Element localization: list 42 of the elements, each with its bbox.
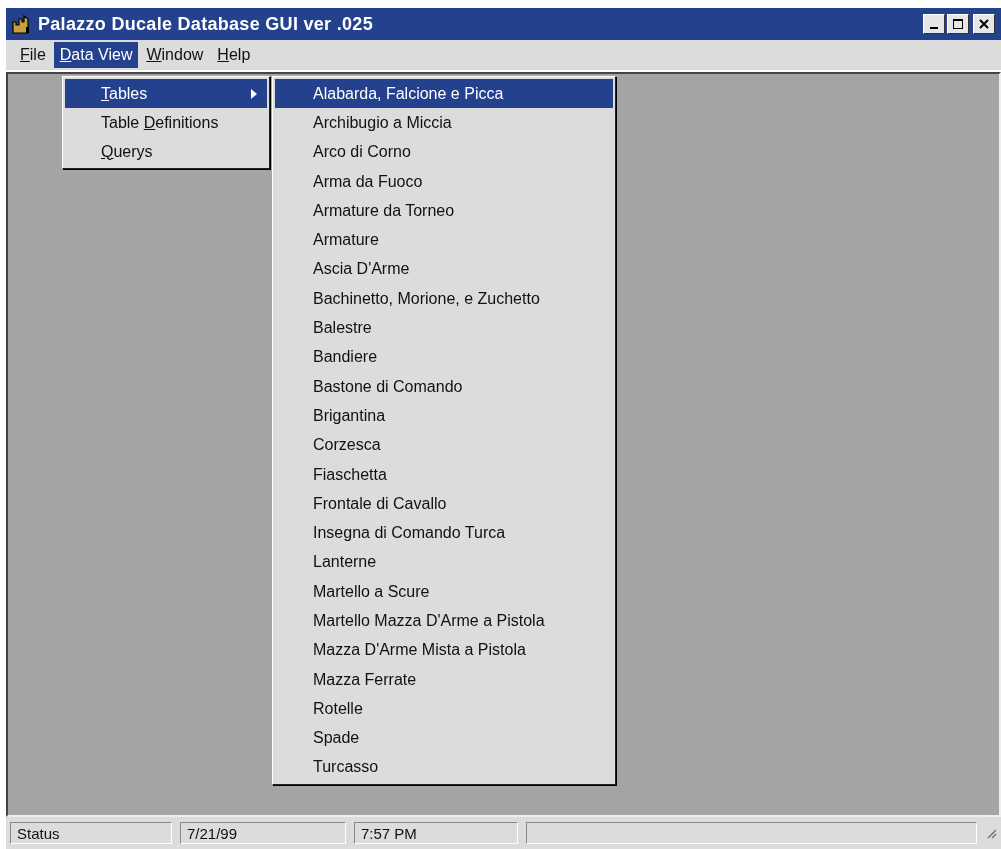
menu-item[interactable]: Table Definitions bbox=[65, 108, 267, 137]
menu-item[interactable]: Mazza D'Arme Mista a Pistola bbox=[275, 635, 613, 665]
menu-item[interactable]: Rotelle bbox=[275, 694, 613, 724]
maximize-button[interactable] bbox=[947, 14, 969, 34]
menu-item[interactable]: Mazza Ferrate bbox=[275, 664, 613, 695]
status-pane: Status bbox=[10, 822, 172, 844]
close-button[interactable] bbox=[973, 14, 995, 34]
menu-item[interactable]: Fiaschetta bbox=[275, 459, 613, 490]
resize-grip-icon[interactable] bbox=[985, 827, 997, 839]
menu-item[interactable]: Martello a Scure bbox=[275, 577, 613, 607]
menu-item[interactable]: Balestre bbox=[275, 313, 613, 343]
menu-item[interactable]: File bbox=[14, 42, 52, 68]
menu-item[interactable]: Lanterne bbox=[275, 547, 613, 578]
menu-item[interactable]: Arma da Fuoco bbox=[275, 166, 613, 197]
menu-item[interactable]: Bastone di Comando bbox=[275, 371, 613, 402]
menu-item[interactable]: Armature da Torneo bbox=[275, 196, 613, 226]
menu-item[interactable]: Brigantina bbox=[275, 401, 613, 431]
close-icon bbox=[979, 19, 989, 29]
minimize-button[interactable] bbox=[923, 14, 945, 34]
menu-item[interactable]: Martello Mazza D'Arme a Pistola bbox=[275, 606, 613, 636]
menu-item[interactable]: Spade bbox=[275, 723, 613, 753]
menu-item[interactable]: Archibugio a Miccia bbox=[275, 108, 613, 138]
menu-item[interactable]: Corzesca bbox=[275, 430, 613, 460]
menu-item[interactable]: Frontale di Cavallo bbox=[275, 489, 613, 519]
menu-item[interactable]: Tables bbox=[65, 79, 267, 108]
menu-item[interactable]: Ascia D'Arme bbox=[275, 254, 613, 285]
menu-item[interactable]: Armature bbox=[275, 225, 613, 255]
menu-item[interactable]: Arco di Corno bbox=[275, 137, 613, 167]
menu-item[interactable]: Insegna di Comando Turca bbox=[275, 518, 613, 548]
menu-item[interactable]: Data View bbox=[53, 42, 139, 68]
window-title: Palazzo Ducale Database GUI ver .025 bbox=[38, 13, 374, 35]
menu-item[interactable]: Bachinetto, Morione, e Zuchetto bbox=[275, 284, 613, 314]
menu-item[interactable]: Window bbox=[140, 42, 210, 68]
menu-item[interactable]: Bandiere bbox=[275, 342, 613, 372]
menu-item[interactable]: Help bbox=[211, 42, 257, 68]
maximize-icon bbox=[953, 19, 963, 29]
menu-item[interactable]: Alabarda, Falcione e Picca bbox=[275, 79, 613, 109]
minimize-icon bbox=[930, 27, 938, 29]
menu-item[interactable]: Querys bbox=[65, 137, 267, 166]
status-pane: 7/21/99 bbox=[180, 822, 346, 844]
status-pane: 7:57 PM bbox=[354, 822, 518, 844]
menu-item[interactable]: Turcasso bbox=[275, 752, 613, 783]
